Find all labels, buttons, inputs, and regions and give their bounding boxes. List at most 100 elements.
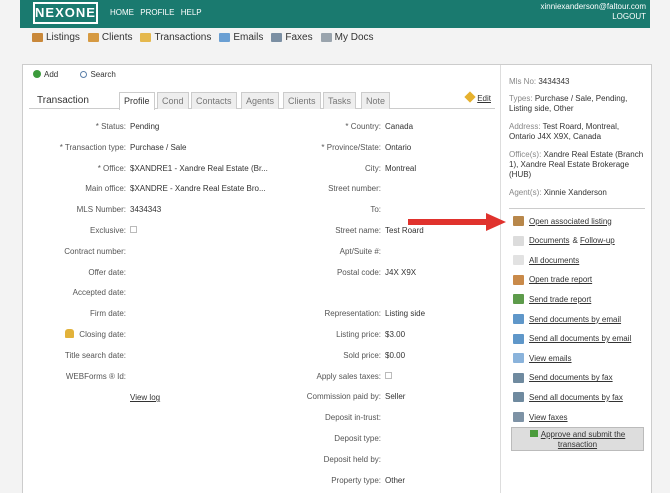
action-view-faxes[interactable]: View faxes [513, 412, 568, 422]
action-view-emails[interactable]: View emails [513, 353, 572, 364]
action-label: Send all documents by email [529, 334, 632, 344]
module-my-docs[interactable]: My Docs [320, 32, 374, 43]
action-all-documents[interactable]: All documents [513, 255, 580, 266]
fax-all-icon [513, 392, 524, 403]
account-info: xinniexanderson@faltour.com LOGOUT [540, 2, 646, 22]
action-label: All documents [529, 255, 580, 265]
action-suffix[interactable]: & Follow-up [572, 236, 614, 245]
field-value: $3.00 [385, 330, 406, 339]
field-label: Apply sales taxes: [316, 371, 381, 381]
fax-icon [271, 33, 283, 42]
field-value: Canada [385, 122, 414, 131]
tab-clients[interactable]: Clients [283, 92, 321, 109]
sales-taxes-checkbox[interactable] [385, 371, 392, 379]
transaction-details: Add Search Transaction Profile Cond Cont… [23, 65, 501, 493]
field-label: * Office: [97, 163, 126, 173]
plus-icon [33, 70, 41, 78]
tab-contacts[interactable]: Contacts [191, 92, 237, 109]
fax-icon [513, 372, 524, 383]
field-value: $XANDRE1 - Xandre Real Estate (Br... [130, 163, 268, 173]
nav-profile[interactable]: PROFILE [140, 8, 174, 17]
action-open-associated-listing[interactable]: Open associated listing [513, 216, 612, 226]
field-label: Title search date: [64, 350, 126, 360]
field-label: Deposit in-trust: [324, 413, 381, 423]
tab-agents[interactable]: Agents [241, 92, 280, 109]
address-summary: Address: Test Roard, Montreal, Ontario J… [509, 122, 620, 141]
document-icon [513, 235, 524, 246]
transaction-panel: Add Search Transaction Profile Cond Cont… [22, 64, 652, 493]
field-label: WEBForms ® Id: [65, 371, 126, 381]
bell-icon [65, 329, 74, 338]
field-value: Montreal [385, 163, 417, 173]
action-open-trade-report[interactable]: Open trade report [513, 274, 592, 285]
email-send-all-icon [513, 333, 524, 344]
approve-icon [529, 430, 538, 437]
field-value: 3434343 [130, 205, 162, 215]
send-report-icon [513, 294, 524, 305]
field-label: Accepted date: [72, 288, 126, 298]
field-value: J4X X9X [385, 267, 417, 277]
field-value: $0.00 [385, 350, 406, 360]
module-nav: Listings Clients Transactions Emails Fax… [32, 32, 382, 43]
view-log-link[interactable]: View log [130, 393, 160, 402]
action-send-documents-by-fax[interactable]: Send documents by fax [513, 372, 613, 383]
edit-link[interactable]: Edit [464, 91, 491, 103]
envelope-icon [513, 353, 524, 364]
fax-view-icon [513, 412, 524, 422]
folder-icon [140, 33, 152, 42]
tab-profile[interactable]: Profile [119, 92, 155, 110]
field-label: To: [370, 205, 381, 215]
field-label: Representation: [324, 309, 381, 319]
field-label: Street number: [328, 184, 381, 194]
action-documents[interactable]: Documents & Follow-up [513, 235, 615, 246]
add-button[interactable]: Add [33, 70, 70, 79]
module-emails[interactable]: Emails [219, 32, 263, 43]
action-send-documents-by-email[interactable]: Send documents by email [513, 314, 621, 324]
tab-cond[interactable]: Cond [157, 92, 189, 109]
action-label: View faxes [529, 412, 568, 422]
field-label: Deposit held by: [323, 454, 381, 464]
approve-submit-button[interactable]: Approve and submit the transaction [511, 427, 644, 451]
field-label: MLS Number: [76, 205, 126, 215]
field-label: Closing date: [79, 330, 126, 339]
documents-icon [513, 255, 524, 266]
section-title: Transaction [37, 95, 89, 106]
tab-note[interactable]: Note [361, 92, 391, 109]
action-send-all-documents-by-email[interactable]: Send all documents by email [513, 333, 632, 344]
field-value: Pending [130, 122, 160, 131]
field-label: Exclusive: [89, 226, 126, 235]
action-label: Send documents by fax [529, 373, 613, 383]
action-label: Open associated listing [529, 216, 612, 226]
tab-tasks[interactable]: Tasks [323, 92, 357, 109]
envelope-icon [219, 33, 231, 42]
nav-home[interactable]: HOME [110, 8, 134, 17]
field-label: Postal code: [336, 267, 381, 277]
action-send-trade-report[interactable]: Send trade report [513, 294, 592, 305]
field-label: Street name: [335, 226, 381, 235]
nav-help[interactable]: HELP [181, 8, 202, 17]
field-value: Other [385, 475, 406, 485]
field-label: * Country: [345, 122, 381, 131]
action-label: Send trade report [529, 294, 592, 304]
field-label: Offer date: [88, 267, 126, 277]
field-value: Seller [385, 392, 406, 402]
nexone-logo[interactable]: NEXONE [33, 2, 98, 24]
people-icon [87, 33, 99, 42]
pencil-icon [464, 91, 476, 103]
house-icon [513, 216, 524, 226]
agents-summary: Agent(s): Xinnie Xanderson [509, 188, 607, 197]
field-label: Main office: [85, 184, 126, 194]
logout-link[interactable]: LOGOUT [540, 12, 646, 22]
field-label: Deposit type: [334, 434, 381, 443]
docs-icon [320, 33, 332, 42]
field-value: Ontario [385, 142, 412, 152]
top-nav: HOME PROFILE HELP [110, 8, 206, 17]
search-button[interactable]: Search [80, 70, 125, 79]
module-faxes[interactable]: Faxes [271, 32, 313, 43]
module-listings[interactable]: Listings [32, 32, 80, 43]
field-value: Purchase / Sale [130, 142, 187, 152]
exclusive-checkbox[interactable] [130, 226, 137, 233]
action-send-all-documents-by-fax[interactable]: Send all documents by fax [513, 392, 623, 403]
module-clients[interactable]: Clients [87, 32, 132, 43]
module-transactions[interactable]: Transactions [140, 32, 211, 43]
